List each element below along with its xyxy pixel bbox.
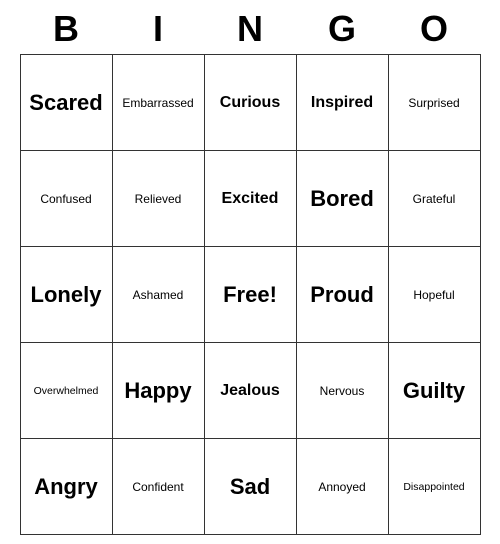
cell-0-2: Curious — [205, 55, 297, 151]
cell-text-4-3: Annoyed — [318, 480, 365, 494]
cell-text-0-0: Scared — [29, 90, 102, 116]
cell-1-4: Grateful — [389, 151, 481, 247]
cell-text-2-1: Ashamed — [133, 288, 184, 302]
letter-n: N — [204, 8, 296, 50]
cell-4-3: Annoyed — [297, 439, 389, 535]
letter-o: O — [388, 8, 480, 50]
letter-b: B — [20, 8, 112, 50]
cell-2-4: Hopeful — [389, 247, 481, 343]
cell-1-1: Relieved — [113, 151, 205, 247]
cell-3-2: Jealous — [205, 343, 297, 439]
cell-4-2: Sad — [205, 439, 297, 535]
cell-text-4-0: Angry — [34, 474, 98, 500]
bingo-grid: Scared Embarrassed Curious Inspired Surprise… — [20, 54, 481, 535]
cell-text-0-3: Inspired — [311, 94, 373, 112]
cell-1-0: Confused — [21, 151, 113, 247]
bingo-header: B I N G O — [20, 0, 480, 54]
cell-0-0: Scared — [21, 55, 113, 151]
cell-text-2-0: Lonely — [31, 282, 102, 308]
cell-0-4: Surprised — [389, 55, 481, 151]
cell-2-1: Ashamed — [113, 247, 205, 343]
cell-3-1: Happy — [113, 343, 205, 439]
cell-0-1: Embarrassed — [113, 55, 205, 151]
cell-text-1-3: Bored — [310, 186, 374, 212]
cell-text-3-3: Nervous — [320, 384, 365, 398]
cell-text-3-2: Jealous — [220, 382, 280, 400]
cell-1-3: Bored — [297, 151, 389, 247]
cell-text-1-0: Confused — [40, 192, 91, 206]
letter-i: I — [112, 8, 204, 50]
cell-4-0: Angry — [21, 439, 113, 535]
cell-text-0-4: Surprised — [408, 96, 459, 110]
cell-text-4-2: Sad — [230, 474, 270, 500]
cell-text-1-2: Excited — [222, 190, 279, 208]
cell-3-4: Guilty — [389, 343, 481, 439]
letter-g: G — [296, 8, 388, 50]
cell-text-3-1: Happy — [124, 378, 191, 404]
cell-text-3-4: Guilty — [403, 378, 465, 404]
cell-text-1-1: Relieved — [135, 192, 182, 206]
cell-4-4: Disappointed — [389, 439, 481, 535]
cell-text-2-3: Proud — [310, 282, 374, 308]
cell-3-0: Overwhelmed — [21, 343, 113, 439]
cell-2-3: Proud — [297, 247, 389, 343]
cell-4-1: Confident — [113, 439, 205, 535]
cell-text-0-1: Embarrassed — [122, 96, 193, 110]
cell-text-2-2: Free! — [223, 282, 277, 308]
cell-text-2-4: Hopeful — [413, 288, 454, 302]
cell-text-3-0: Overwhelmed — [34, 385, 99, 397]
cell-2-2: Free! — [205, 247, 297, 343]
cell-3-3: Nervous — [297, 343, 389, 439]
cell-1-2: Excited — [205, 151, 297, 247]
cell-text-0-2: Curious — [220, 94, 280, 112]
cell-2-0: Lonely — [21, 247, 113, 343]
cell-text-1-4: Grateful — [413, 192, 456, 206]
cell-text-4-1: Confident — [132, 480, 183, 494]
cell-0-3: Inspired — [297, 55, 389, 151]
cell-text-4-4: Disappointed — [403, 481, 464, 493]
